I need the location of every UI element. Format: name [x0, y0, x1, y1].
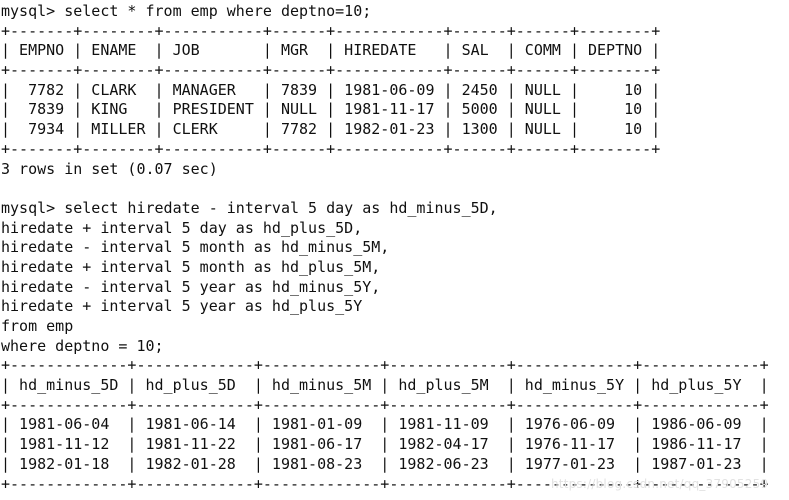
- table-row: | 7934 | MILLER | CLERK | 7782 | 1982-01…: [1, 120, 661, 139]
- table2-border-top: +-------------+-------------+-----------…: [1, 356, 769, 375]
- query2-line-3: hiredate - interval 5 month as hd_minus_…: [1, 238, 390, 257]
- query2-line-7: from emp: [1, 317, 74, 335]
- table2-header-row: | hd_minus_5D | hd_plus_5D | hd_minus_5M…: [1, 376, 769, 395]
- table1-border-top: +-------+--------+-----------+------+---…: [1, 21, 661, 40]
- query2-line-8: where deptno = 10;: [1, 336, 164, 355]
- query1-prompt-line: mysql> select * from emp where deptno=10…: [1, 2, 372, 20]
- table-row: | 7839 | KING | PRESIDENT | NULL | 1981-…: [1, 100, 661, 119]
- query2-line-1: mysql> select hiredate - interval 5 day …: [1, 198, 498, 217]
- query2-line-2: hiredate + interval 5 day as hd_plus_5D,: [1, 218, 363, 237]
- table-row: | 7782 | CLARK | MANAGER | 7839 | 1981-0…: [1, 80, 661, 99]
- query1-status-line: 3 rows in set (0.07 sec): [1, 159, 218, 178]
- query2-line-4: hiredate + interval 5 month as hd_plus_5…: [1, 257, 381, 276]
- table1-header-row: | EMPNO | ENAME | JOB | MGR | HIREDATE |…: [1, 41, 661, 60]
- table2-border-mid: +-------------+-------------+-----------…: [1, 395, 769, 414]
- terminal-output-pane[interactable]: mysql> select * from emp where deptno=10…: [0, 0, 789, 500]
- query2-line-5: hiredate - interval 5 year as hd_minus_5…: [1, 277, 381, 296]
- query2-line-6: hiredate + interval 5 year as hd_plus_5Y: [1, 297, 363, 316]
- table-row: | 1981-06-04 | 1981-06-14 | 1981-01-09 |…: [1, 415, 769, 434]
- table2-border-bottom: +-------------+-------------+-----------…: [1, 474, 769, 493]
- table1-border-mid: +-------+--------+-----------+------+---…: [1, 61, 661, 80]
- table-row: | 1981-11-12 | 1981-11-22 | 1981-06-17 |…: [1, 435, 769, 454]
- table1-border-bottom: +-------+--------+-----------+------+---…: [1, 139, 661, 158]
- table-row: | 1982-01-18 | 1982-01-28 | 1981-08-23 |…: [1, 454, 769, 473]
